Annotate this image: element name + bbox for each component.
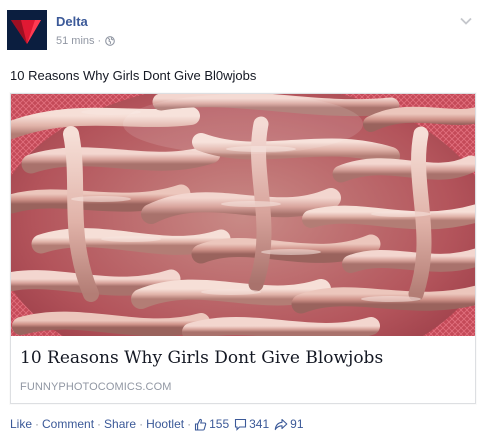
link-attachment[interactable]: 10 Reasons Why Girls Dont Give Blowjobs … (10, 93, 476, 404)
attachment-photo (11, 94, 475, 336)
action-separator: · (139, 417, 144, 431)
feed-post: Delta 51 mins · 10 Reasons Why Girls Don… (0, 0, 481, 438)
post-actions: Like · Comment · Share · Hootlet · 155 3… (10, 417, 309, 432)
likes-count-button[interactable]: 155 (194, 417, 229, 432)
action-separator: · (35, 417, 40, 431)
comments-count: 341 (249, 417, 270, 431)
thumbs-up-icon (195, 418, 207, 431)
delta-logo-icon (7, 10, 47, 50)
post-message: 10 Reasons Why Girls Dont Give Bl0wjobs (10, 68, 257, 83)
shares-count: 91 (290, 417, 304, 431)
attachment-image[interactable] (11, 94, 475, 336)
post-timestamp[interactable]: 51 mins (56, 34, 95, 48)
hootlet-link[interactable]: Hootlet (146, 417, 184, 432)
likes-count: 155 (209, 417, 230, 431)
comments-count-button[interactable]: 341 (234, 417, 269, 432)
share-link[interactable]: Share (104, 417, 136, 432)
author-avatar[interactable] (7, 10, 47, 50)
post-meta: 51 mins · (56, 34, 116, 48)
share-arrow-icon (274, 418, 288, 431)
like-link[interactable]: Like (10, 417, 32, 432)
globe-icon[interactable] (105, 36, 116, 46)
meta-separator: · (97, 35, 102, 47)
comment-link[interactable]: Comment (42, 417, 94, 432)
action-separator: · (97, 417, 102, 431)
comment-bubble-icon (235, 418, 247, 431)
shares-count-button[interactable]: 91 (274, 417, 304, 432)
chevron-down-icon[interactable] (459, 16, 473, 26)
action-separator: · (187, 417, 192, 431)
author-name[interactable]: Delta (56, 14, 88, 30)
attachment-title[interactable]: 10 Reasons Why Girls Dont Give Blowjobs (20, 347, 383, 369)
attachment-domain: FUNNYPHOTOCOMICS.COM (20, 381, 172, 393)
